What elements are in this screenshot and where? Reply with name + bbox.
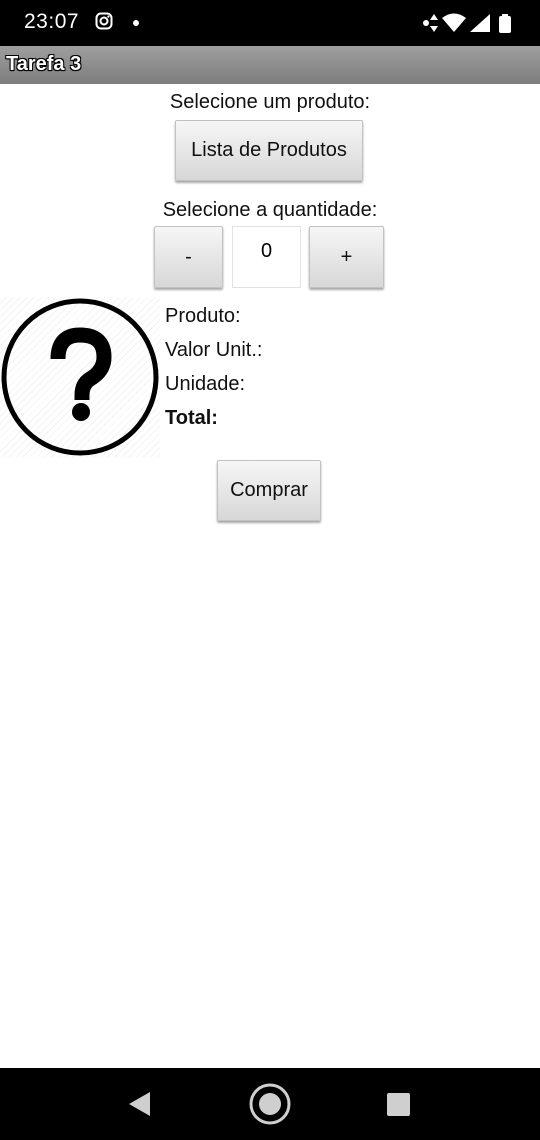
product-list-button[interactable]: Lista de Produtos [175, 120, 363, 181]
total-label: Total: [165, 407, 218, 429]
decrease-quantity-button[interactable]: - [154, 226, 223, 288]
instagram-icon [95, 12, 113, 30]
quantity-field[interactable]: 0 [232, 226, 301, 288]
battery-icon [499, 14, 511, 33]
status-bar: 23:07 [0, 0, 540, 46]
app-title: Tarefa 3 [6, 53, 82, 75]
buy-button[interactable]: Comprar [217, 460, 321, 521]
status-time: 23:07 [24, 10, 80, 33]
system-status-icons [430, 13, 511, 33]
app-title-bar: Tarefa 3 [0, 46, 540, 84]
back-icon[interactable] [126, 1090, 152, 1118]
unit-label: Unidade: [165, 373, 246, 395]
select-product-label: Selecione um produto: [169, 91, 371, 113]
signal-icon [470, 14, 490, 32]
increase-quantity-button[interactable]: + [309, 226, 384, 288]
select-quantity-label: Selecione a quantidade: [162, 199, 378, 221]
wifi-icon [442, 13, 466, 32]
product-label: Produto: [165, 305, 241, 327]
data-arrows-icon [430, 14, 438, 32]
notification-dot [133, 20, 139, 26]
navigation-bar [0, 1068, 540, 1140]
home-icon[interactable] [248, 1082, 292, 1126]
product-image [0, 297, 160, 457]
unit-price-label: Valor Unit.: [165, 339, 263, 361]
question-mark-icon [1, 298, 159, 456]
recents-icon[interactable] [387, 1093, 410, 1116]
